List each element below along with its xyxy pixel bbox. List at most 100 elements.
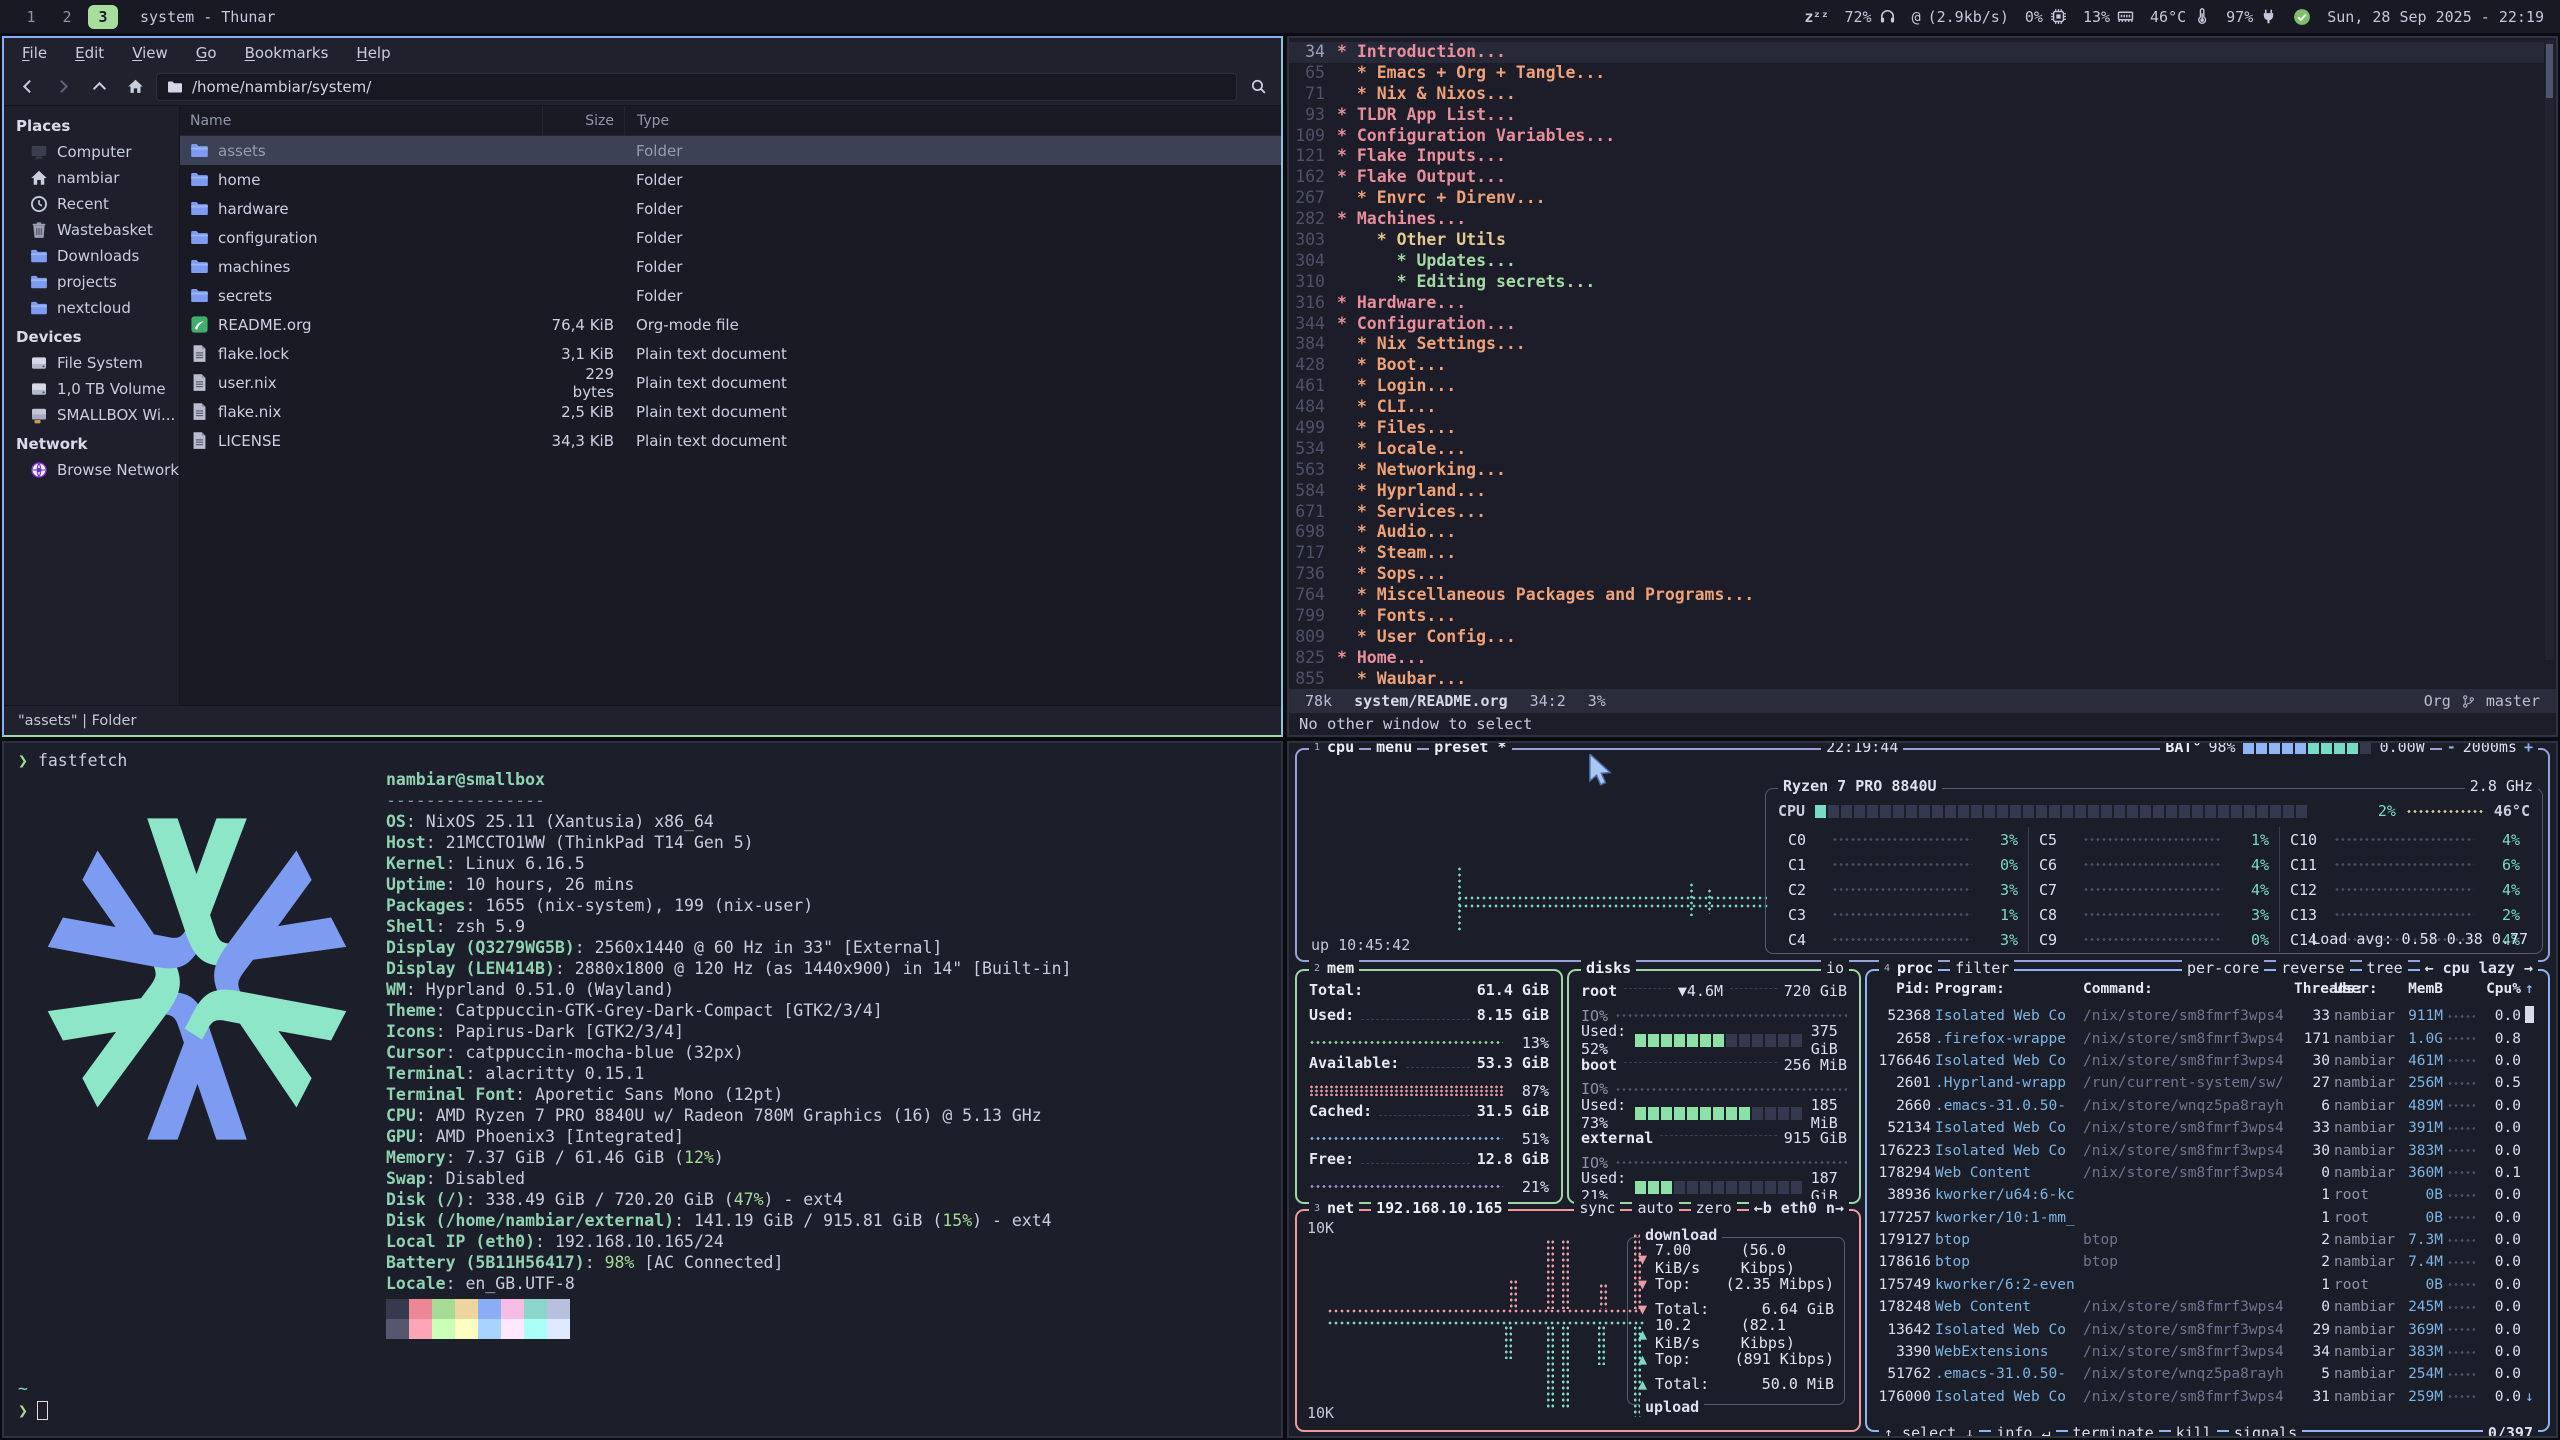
process-row-179127[interactable]: 179127btopbtop2nambiar7.3M0.0 xyxy=(1877,1229,2538,1251)
proc-scrollbar-thumb[interactable] xyxy=(2525,1006,2534,1023)
org-heading-line-698[interactable]: 698 * Audio... xyxy=(1289,522,2544,543)
file-row-configuration[interactable]: configurationFolder xyxy=(180,223,1281,252)
proc-signals-key[interactable]: signals xyxy=(2229,1424,2302,1438)
org-heading-line-34[interactable]: 34* Introduction... xyxy=(1289,42,2544,63)
file-row-home[interactable]: homeFolder xyxy=(180,165,1281,194)
file-row-flake-nix[interactable]: flake.nix2,5 KiBPlain text document xyxy=(180,397,1281,426)
battery-module[interactable]: 97% xyxy=(2226,8,2277,26)
file-row-flake-lock[interactable]: flake.lock3,1 KiBPlain text document xyxy=(180,339,1281,368)
file-row-user-nix[interactable]: user.nix229 bytesPlain text document xyxy=(180,368,1281,397)
org-heading-line-384[interactable]: 384 * Nix Settings... xyxy=(1289,334,2544,355)
process-row-13642[interactable]: 13642Isolated Web Co/nix/store/sm8fmrf3w… xyxy=(1877,1318,2538,1340)
org-heading-line-303[interactable]: 303 * Other Utils xyxy=(1289,230,2544,251)
network-module[interactable]: @(2.9kb/s) xyxy=(1912,8,2009,26)
process-row-2658[interactable]: 2658.firefox-wrappe/nix/store/sm8fmrf3wp… xyxy=(1877,1027,2538,1049)
process-row-177257[interactable]: 177257kworker/10:1-mm_1root0B0.0 xyxy=(1877,1207,2538,1229)
org-heading-line-855[interactable]: 855 * Waubar... xyxy=(1289,669,2544,690)
process-row-176646[interactable]: 176646Isolated Web Co/nix/store/sm8fmrf3… xyxy=(1877,1050,2538,1072)
idle-inhibitor-module[interactable]: zᶻᶻ xyxy=(1804,8,1828,26)
proc-sort-selector[interactable]: ← cpu lazy → xyxy=(2420,959,2538,977)
org-heading-line-282[interactable]: 282* Machines... xyxy=(1289,209,2544,230)
cpu-module[interactable]: 0% xyxy=(2025,8,2067,26)
proc-option-reverse[interactable]: reverse xyxy=(2276,959,2349,977)
workspace-2[interactable]: 2 xyxy=(52,5,82,29)
io-toggle[interactable]: io xyxy=(1821,959,1849,977)
org-heading-line-534[interactable]: 534 * Locale... xyxy=(1289,439,2544,460)
file-row-hardware[interactable]: hardwareFolder xyxy=(180,194,1281,223)
org-heading-line-563[interactable]: 563 * Networking... xyxy=(1289,460,2544,481)
forward-button[interactable] xyxy=(48,73,78,101)
file-row-readme-org[interactable]: README.org76,4 KiBOrg-mode file xyxy=(180,310,1281,339)
up-button[interactable] xyxy=(84,73,114,101)
sidebar-item-computer[interactable]: Computer xyxy=(4,139,179,165)
org-heading-line-484[interactable]: 484 * CLI... xyxy=(1289,397,2544,418)
memory-module[interactable]: 13% xyxy=(2083,8,2134,26)
org-heading-line-71[interactable]: 71 * Nix & Nixos... xyxy=(1289,84,2544,105)
file-row-assets[interactable]: assetsFolder xyxy=(180,136,1281,165)
workspace-1[interactable]: 1 xyxy=(16,5,46,29)
process-row-2660[interactable]: 2660.emacs-31.0.50-/nix/store/wnqz5pa8ra… xyxy=(1877,1095,2538,1117)
menu-button[interactable]: menu xyxy=(1371,741,1417,756)
process-row-3390[interactable]: 3390WebExtensions/nix/store/sm8fmrf3wps4… xyxy=(1877,1341,2538,1363)
sidebar-item-browse-network[interactable]: Browse Network xyxy=(4,457,179,483)
file-row-secrets[interactable]: secretsFolder xyxy=(180,281,1281,310)
org-heading-line-316[interactable]: 316* Hardware... xyxy=(1289,293,2544,314)
proc-box-tab[interactable]: 4proc xyxy=(1879,959,1938,977)
process-row-178294[interactable]: 178294Web Content/nix/store/sm8fmrf3wps4… xyxy=(1877,1162,2538,1184)
org-heading-line-764[interactable]: 764 * Miscellaneous Packages and Program… xyxy=(1289,585,2544,606)
emacs-scrollbar[interactable] xyxy=(2545,40,2554,660)
org-heading-line-825[interactable]: 825* Home... xyxy=(1289,648,2544,669)
temperature-module[interactable]: 46°C xyxy=(2150,8,2210,26)
filter-button[interactable]: filter xyxy=(1950,959,2014,977)
sidebar-item-nambiar[interactable]: nambiar xyxy=(4,165,179,191)
org-heading-line-499[interactable]: 499 * Files... xyxy=(1289,418,2544,439)
org-heading-line-109[interactable]: 109* Configuration Variables... xyxy=(1289,126,2544,147)
net-zero-button[interactable]: zero xyxy=(1691,1199,1737,1217)
org-heading-line-428[interactable]: 428 * Boot... xyxy=(1289,355,2544,376)
sidebar-item-wastebasket[interactable]: Wastebasket xyxy=(4,217,179,243)
process-row-176000[interactable]: 176000Isolated Web Co/nix/store/sm8fmrf3… xyxy=(1877,1386,2538,1408)
proc-option-per-core[interactable]: per-core xyxy=(2182,959,2264,977)
org-heading-line-121[interactable]: 121* Flake Inputs... xyxy=(1289,146,2544,167)
preset-button[interactable]: preset * xyxy=(1429,741,1511,756)
volume-module[interactable]: 72% xyxy=(1844,8,1895,26)
sidebar-item-recent[interactable]: Recent xyxy=(4,191,179,217)
org-heading-line-809[interactable]: 809 * User Config... xyxy=(1289,627,2544,648)
menu-help[interactable]: Help xyxy=(356,44,390,62)
org-heading-line-267[interactable]: 267 * Envrc + Direnv... xyxy=(1289,188,2544,209)
org-heading-line-65[interactable]: 65 * Emacs + Org + Tangle... xyxy=(1289,63,2544,84)
update-interval-control[interactable]: - 2000ms + xyxy=(2442,741,2538,756)
net-auto-button[interactable]: auto xyxy=(1632,1199,1678,1217)
menu-edit[interactable]: Edit xyxy=(75,44,104,62)
sidebar-item-file-system[interactable]: File System xyxy=(4,350,179,376)
cpu-box-tab[interactable]: 1cpu xyxy=(1309,741,1359,756)
search-button[interactable] xyxy=(1243,73,1273,101)
org-heading-line-310[interactable]: 310 * Editing secrets... xyxy=(1289,272,2544,293)
process-row-38936[interactable]: 38936kworker/u64:6-kc1root0B0.0 xyxy=(1877,1184,2538,1206)
org-heading-line-304[interactable]: 304 * Updates... xyxy=(1289,251,2544,272)
clock-module[interactable]: Sun, 28 Sep 2025 - 22:19 xyxy=(2327,8,2544,26)
menu-bookmarks[interactable]: Bookmarks xyxy=(245,44,329,62)
proc-select-keys[interactable]: ↑ select ↓ xyxy=(1879,1424,1979,1438)
process-row-175749[interactable]: 175749kworker/6:2-even1root0B0.0 xyxy=(1877,1274,2538,1296)
org-heading-line-93[interactable]: 93* TLDR App List... xyxy=(1289,105,2544,126)
net-interface-switch[interactable]: ←b eth0 n→ xyxy=(1749,1199,1849,1217)
org-heading-line-671[interactable]: 671 * Services... xyxy=(1289,502,2544,523)
net-box-tab[interactable]: 3net xyxy=(1309,1199,1359,1217)
mem-box-tab[interactable]: 2mem xyxy=(1309,959,1359,977)
process-row-2601[interactable]: 2601.Hyprland-wrapp/run/current-system/s… xyxy=(1877,1072,2538,1094)
menu-view[interactable]: View xyxy=(132,44,168,62)
back-button[interactable] xyxy=(12,73,42,101)
org-heading-line-344[interactable]: 344* Configuration... xyxy=(1289,314,2544,335)
org-heading-line-717[interactable]: 717 * Steam... xyxy=(1289,543,2544,564)
proc-option-tree[interactable]: tree xyxy=(2362,959,2408,977)
process-row-178616[interactable]: 178616btopbtop2nambiar7.4M0.0 xyxy=(1877,1251,2538,1273)
file-row-license[interactable]: LICENSE34,3 KiBPlain text document xyxy=(180,426,1281,455)
file-row-machines[interactable]: machinesFolder xyxy=(180,252,1281,281)
shell-prompt[interactable]: ~ ❯ xyxy=(18,1378,48,1422)
process-row-178248[interactable]: 178248Web Content/nix/store/sm8fmrf3wps4… xyxy=(1877,1296,2538,1318)
process-row-52368[interactable]: 52368Isolated Web Co/nix/store/sm8fmrf3w… xyxy=(1877,1005,2538,1027)
org-heading-line-736[interactable]: 736 * Sops... xyxy=(1289,564,2544,585)
org-heading-line-584[interactable]: 584 * Hyprland... xyxy=(1289,481,2544,502)
process-row-176223[interactable]: 176223Isolated Web Co/nix/store/sm8fmrf3… xyxy=(1877,1139,2538,1161)
